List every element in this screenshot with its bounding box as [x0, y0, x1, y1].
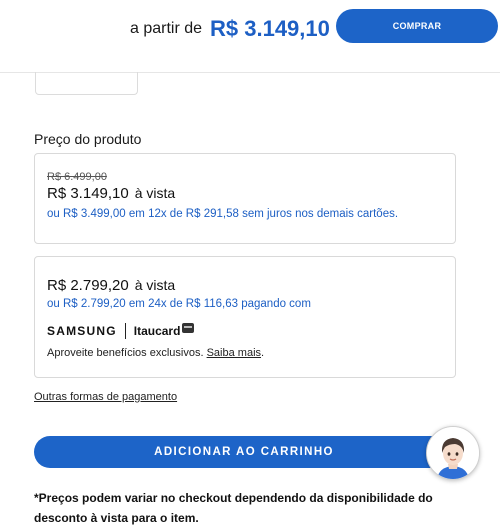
card-icon — [182, 323, 195, 333]
benefits-period: . — [261, 347, 265, 359]
buy-button[interactable]: COMPRAR — [336, 9, 498, 43]
installment-value: R$ 116,63 — [185, 298, 239, 310]
sticky-header: a partir de R$ 3.149,10 COMPRAR — [0, 0, 500, 73]
benefits-label: Aproveite benefícios exclusivos. — [47, 347, 204, 359]
section-title: Preço do produto — [34, 131, 142, 147]
saiba-mais-link[interactable]: Saiba mais — [207, 347, 261, 359]
em-text: em — [128, 208, 145, 220]
header-price: R$ 3.149,10 — [210, 16, 330, 41]
assistant-avatar-icon[interactable] — [426, 426, 480, 480]
from-label: a partir de — [130, 20, 203, 37]
brand-divider — [124, 323, 126, 339]
benefits-text: Aproveite benefícios exclusivos. Saiba m… — [47, 347, 264, 359]
installment-info: ou R$ 3.499,00 em 12x de R$ 291,58 sem j… — [47, 208, 398, 220]
installment-note: sem juros nos demais cartões. — [242, 208, 399, 220]
or-text: ou — [47, 208, 60, 220]
installment-note: pagando com — [241, 298, 311, 310]
assistant-avatar-graphic — [427, 427, 479, 479]
card-installment-info: ou R$ 2.799,20 em 24x de R$ 116,63 pagan… — [47, 298, 311, 310]
old-price: R$ 6.499,00 — [47, 171, 107, 183]
price-disclaimer: *Preços podem variar no checkout depende… — [34, 491, 433, 525]
brand-logos: SAMSUNG Itaucard — [47, 322, 195, 340]
installment-count: 12x de — [148, 208, 183, 220]
em-text: em — [128, 298, 145, 310]
cash-price-value: R$ 3.149,10 — [47, 185, 129, 202]
or-text: ou — [47, 298, 60, 310]
installment-total: R$ 2.799,20 — [63, 298, 126, 310]
cash-price: R$ 3.149,10 à vista — [47, 185, 175, 202]
installment-value: R$ 291,58 — [185, 208, 239, 220]
product-thumbnail[interactable] — [35, 72, 138, 95]
installment-count: 24x de — [148, 298, 183, 310]
card-price-suffix: à vista — [134, 277, 176, 293]
add-to-cart-button[interactable]: ADICIONAR AO CARRINHO — [34, 436, 454, 468]
other-payment-link[interactable]: Outras formas de pagamento — [34, 391, 177, 403]
installment-total: R$ 3.499,00 — [63, 208, 126, 220]
card-price: R$ 2.799,20 à vista — [47, 277, 175, 294]
itaucard-logo: Itaucard — [133, 324, 181, 338]
offer-card-cash[interactable]: R$ 6.499,00 R$ 3.149,10 à vista ou R$ 3.4… — [34, 153, 456, 244]
offer-card-itaucard[interactable]: R$ 2.799,20 à vista ou R$ 2.799,20 em 24x… — [34, 256, 456, 378]
cash-price-suffix: à vista — [134, 185, 176, 201]
card-price-value: R$ 2.799,20 — [47, 277, 129, 294]
samsung-logo: SAMSUNG — [47, 324, 117, 338]
